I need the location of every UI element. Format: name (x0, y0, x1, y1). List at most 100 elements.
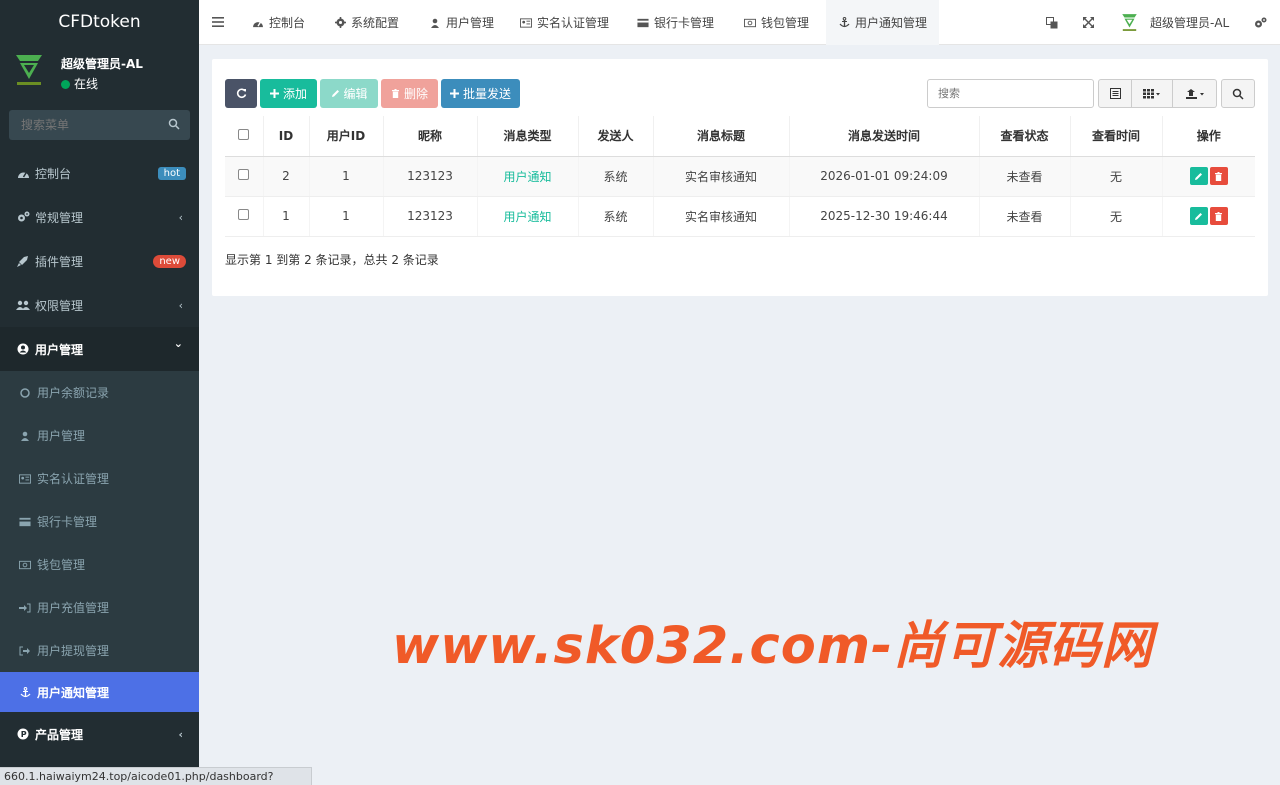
column-header[interactable]: ID (262, 116, 309, 157)
edit-button-label: 编辑 (343, 87, 368, 101)
cell-sender: 系统 (577, 156, 653, 197)
tab-dashboard[interactable]: 控制台 (252, 0, 305, 45)
sidebar-menu: 控制台 hot 常规管理 ‹ 插件管理 new 权限管理 ‹ 用户管理 ⌄ 用户… (0, 151, 199, 756)
search-icon[interactable] (168, 118, 180, 130)
sidebar-subitem-balance-records[interactable]: 用户余额记录 (0, 371, 199, 414)
admin-user-menu[interactable]: 超级管理员-AL (1121, 0, 1229, 45)
user-status: 在线 (61, 75, 98, 92)
sidebar-item-user-management[interactable]: 用户管理 ⌄ (0, 327, 199, 371)
id-card-icon (520, 17, 532, 29)
sidebar-subitem-bank-cards[interactable]: 银行卡管理 (0, 500, 199, 543)
sidebar-search (9, 110, 190, 140)
cell-message-type[interactable]: 用户通知 (476, 156, 578, 197)
user-status-label: 在线 (74, 77, 99, 91)
column-header[interactable]: 昵称 (382, 116, 477, 157)
tab-user-notifications[interactable]: 用户通知管理 (826, 0, 940, 45)
column-header[interactable]: 查看状态 (978, 116, 1070, 157)
sidebar-subitem-label: 用户管理 (37, 429, 86, 443)
sidebar-subitem-user-notifications[interactable]: 用户通知管理 (0, 672, 199, 712)
row-checkbox[interactable] (238, 169, 250, 180)
table-tools (1098, 79, 1217, 108)
row-edit-button[interactable] (1189, 167, 1208, 185)
column-header[interactable]: 用户ID (308, 116, 383, 157)
sidebar-item-permissions[interactable]: 权限管理 ‹ (0, 283, 199, 327)
select-all-checkbox[interactable] (238, 128, 250, 140)
cell-send-time: 2025-12-30 19:46:44 (788, 196, 979, 237)
sidebar-item-general[interactable]: 常规管理 ‹ (0, 195, 199, 239)
pencil-icon (1195, 172, 1203, 180)
sidebar-item-label: 产品管理 (35, 727, 84, 742)
cell-actions (1161, 196, 1255, 237)
column-header[interactable]: 查看时间 (1069, 116, 1162, 157)
dashboard-icon (252, 17, 264, 29)
sidebar-item-label: 权限管理 (35, 298, 84, 313)
cell-sender: 系统 (577, 196, 653, 237)
chevron-left-icon: ‹ (178, 727, 183, 741)
columns-button[interactable] (1132, 79, 1173, 108)
export-button[interactable] (1173, 79, 1217, 108)
tab-user-management[interactable]: 用户管理 (429, 0, 494, 45)
advanced-search-button[interactable] (1221, 79, 1255, 108)
column-header[interactable]: 消息标题 (652, 116, 789, 157)
columns-grid-icon (1143, 89, 1160, 99)
add-button[interactable]: 添加 (260, 79, 317, 108)
user-icon (19, 430, 31, 442)
app-logo-title[interactable]: CFDtoken (0, 0, 199, 45)
trash-icon (391, 89, 401, 99)
menu-toggle-icon[interactable] (212, 16, 224, 28)
table-search-input[interactable] (928, 80, 1093, 107)
sidebar-subitem-recharge[interactable]: 用户充值管理 (0, 586, 199, 629)
sidebar-search-input[interactable] (9, 110, 159, 140)
dashboard-icon (16, 166, 30, 180)
tab-identity-verification[interactable]: 实名认证管理 (520, 0, 609, 45)
row-checkbox[interactable] (238, 209, 250, 220)
money-icon (744, 17, 756, 29)
trash-icon (1215, 211, 1223, 221)
batch-send-button[interactable]: 批量发送 (441, 79, 520, 108)
fullscreen-toggle[interactable] (1083, 0, 1094, 45)
column-header[interactable]: 消息发送时间 (788, 116, 979, 157)
sidebar-item-products[interactable]: P 产品管理 ‹ (0, 712, 199, 756)
sidebar-item-plugins[interactable]: 插件管理 new (0, 239, 199, 283)
column-header[interactable]: 消息类型 (476, 116, 578, 157)
refresh-button[interactable] (225, 79, 257, 108)
product-hunt-icon: P (16, 727, 30, 741)
tab-wallets[interactable]: 钱包管理 (744, 0, 809, 45)
sidebar-subitem-label: 实名认证管理 (37, 472, 110, 486)
row-delete-button[interactable] (1209, 207, 1228, 225)
control-sidebar-toggle[interactable] (1254, 0, 1267, 45)
sidebar-item-label: 控制台 (35, 166, 72, 181)
table-search (927, 79, 1094, 108)
tab-label: 银行卡管理 (654, 16, 715, 30)
sidebar-subitem-users[interactable]: 用户管理 (0, 414, 199, 457)
cell-nickname: 123123 (382, 196, 477, 237)
toggle-view-button[interactable] (1098, 79, 1132, 108)
gear-icon (334, 17, 346, 29)
pencil-icon (330, 89, 340, 99)
cell-view-time: 无 (1069, 156, 1162, 197)
select-all-cell (225, 116, 263, 157)
online-dot-icon (61, 80, 70, 89)
column-header[interactable]: 发送人 (577, 116, 653, 157)
tab-label: 用户通知管理 (855, 16, 928, 30)
cell-view-status: 未查看 (978, 156, 1070, 197)
sidebar-subitem-wallets[interactable]: 钱包管理 (0, 543, 199, 586)
sidebar-item-label: 常规管理 (35, 210, 84, 225)
cell-message-type[interactable]: 用户通知 (476, 196, 578, 237)
delete-button[interactable]: 删除 (381, 79, 438, 108)
tab-bank-cards[interactable]: 银行卡管理 (637, 0, 714, 45)
row-edit-button[interactable] (1189, 207, 1208, 225)
plus-icon (270, 89, 280, 99)
tab-label: 控制台 (269, 16, 306, 30)
sidebar-subitem-withdraw[interactable]: 用户提现管理 (0, 629, 199, 672)
cell-title: 实名审核通知 (652, 156, 789, 197)
sidebar-subitem-identity-verification[interactable]: 实名认证管理 (0, 457, 199, 500)
sidebar-subitem-label: 用户通知管理 (37, 685, 110, 700)
row-delete-button[interactable] (1209, 167, 1228, 185)
trash-icon (1215, 171, 1223, 181)
admin-avatar-icon (1122, 14, 1137, 31)
edit-button[interactable]: 编辑 (320, 79, 378, 108)
language-toggle[interactable] (1046, 0, 1058, 45)
tab-system-config[interactable]: 系统配置 (334, 0, 399, 45)
sidebar-item-dashboard[interactable]: 控制台 hot (0, 151, 199, 195)
